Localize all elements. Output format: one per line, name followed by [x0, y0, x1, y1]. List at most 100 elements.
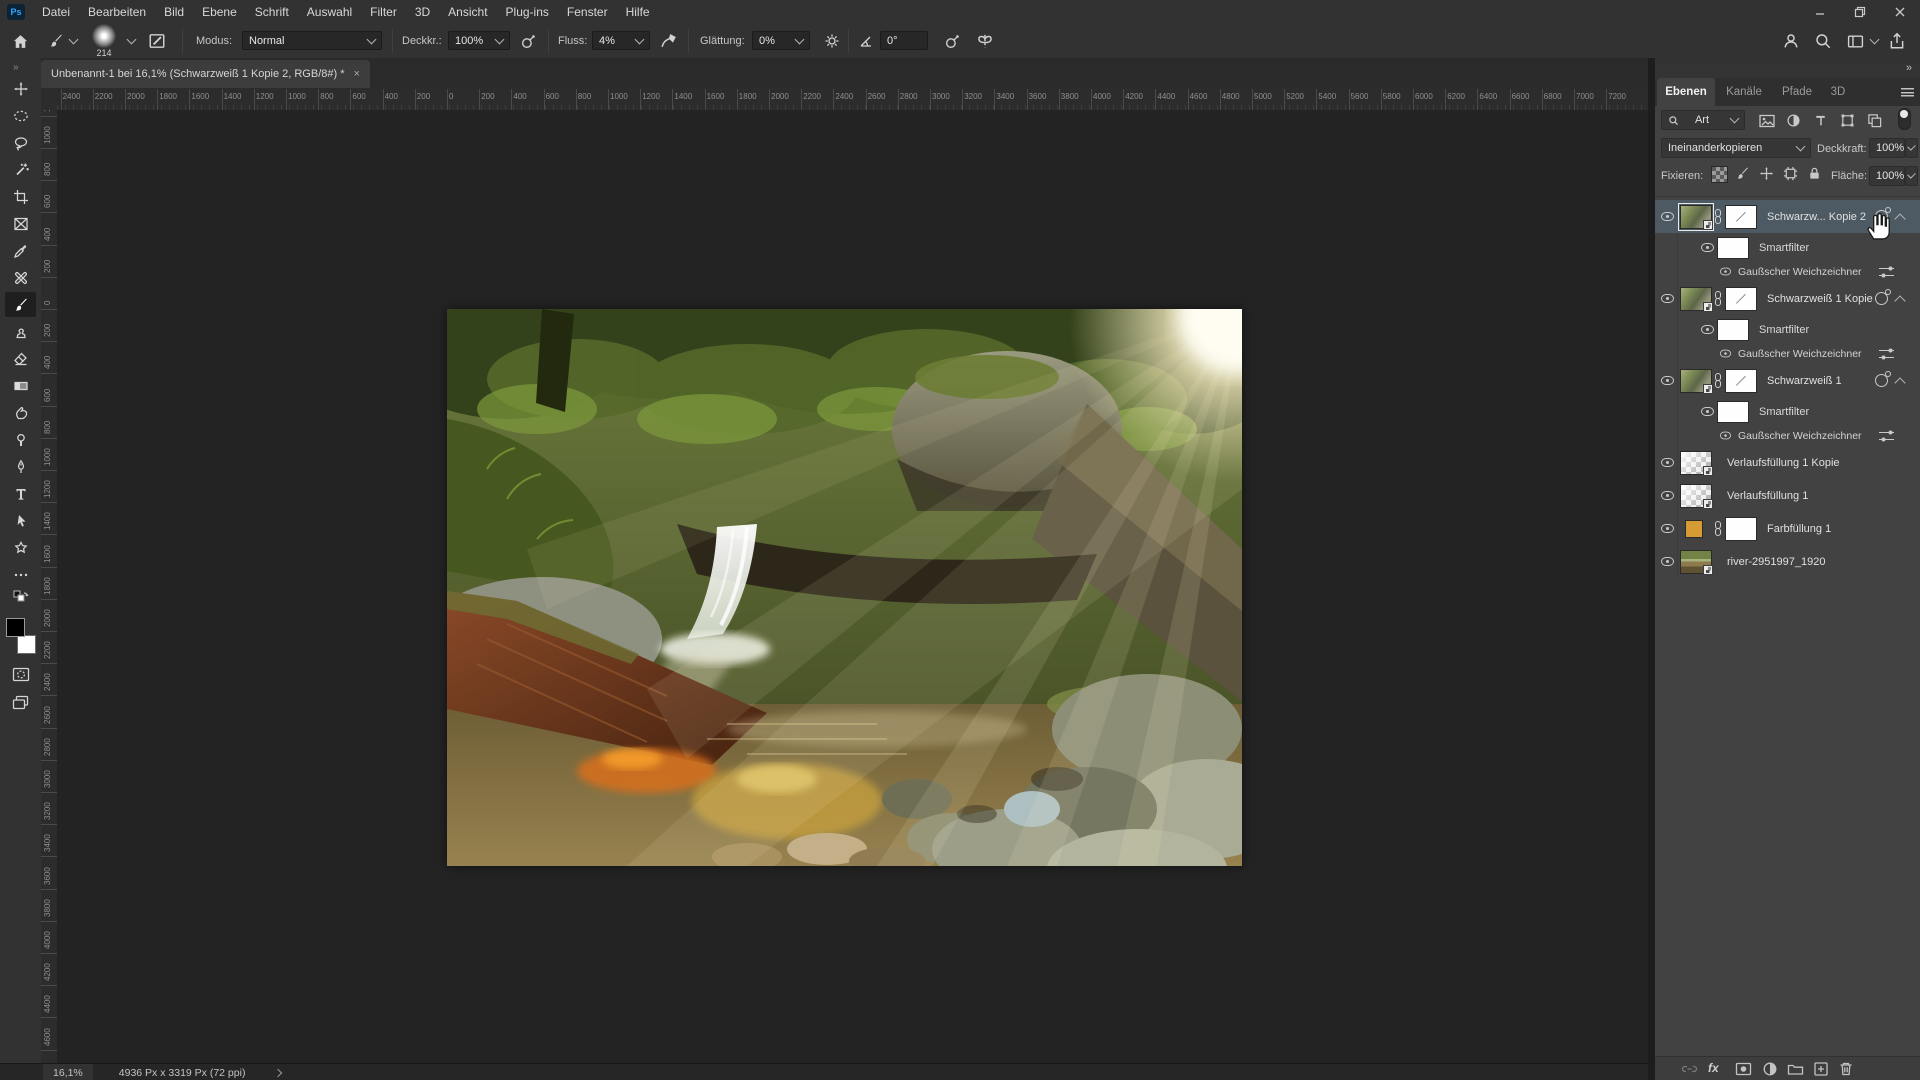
default-colors-icon[interactable] [5, 588, 36, 606]
frame-tool[interactable] [5, 211, 36, 236]
visibility-eye-icon[interactable] [1661, 457, 1674, 467]
visibility-eye-icon[interactable] [1661, 375, 1674, 385]
vertical-ruler[interactable]: 1200100080060040020002004006008001000120… [41, 110, 58, 1063]
smartfilter-mask-thumbnail[interactable] [1717, 236, 1749, 259]
lock-all-icon[interactable] [1807, 166, 1822, 186]
menu-bearbeiten[interactable]: Bearbeiten [79, 0, 155, 24]
menu-fenster[interactable]: Fenster [558, 0, 617, 24]
adjustment-thumbnail[interactable] [1725, 204, 1757, 229]
smartfilter-mask-thumbnail[interactable] [1717, 318, 1749, 341]
layer-mask-thumbnail[interactable] [1725, 516, 1757, 541]
layer-filter-search[interactable]: Art [1661, 110, 1745, 130]
foreground-background-colors[interactable] [6, 618, 36, 654]
visibility-eye-icon[interactable] [1661, 211, 1674, 221]
screen-mode-toggle[interactable] [5, 690, 36, 715]
visibility-eye-icon[interactable] [1661, 490, 1674, 500]
smartfilter-mask-thumbnail[interactable] [1717, 400, 1749, 423]
size-pressure-toggle[interactable] [944, 24, 961, 58]
airbrush-toggle[interactable] [660, 24, 677, 58]
menu-schrift[interactable]: Schrift [246, 0, 298, 24]
color-fill-thumb[interactable] [1685, 519, 1703, 538]
new-layer-button[interactable] [1813, 1061, 1829, 1080]
tool-preset-picker[interactable] [48, 24, 79, 58]
smart-filter-toggle-icon[interactable] [1875, 370, 1891, 387]
tab-kanaele[interactable]: Kanäle [1715, 78, 1773, 106]
lock-transparency-icon[interactable] [1711, 166, 1728, 183]
eyedropper-tool[interactable] [5, 238, 36, 263]
menu-plugins[interactable]: Plug-ins [497, 0, 558, 24]
tab-ebenen[interactable]: Ebenen [1657, 78, 1715, 106]
filter-type-layers-icon[interactable] [1813, 113, 1828, 133]
filter-name[interactable]: Gaußscher Weichzeichner [1738, 430, 1862, 442]
visibility-eye-icon[interactable] [1701, 406, 1714, 416]
visibility-eye-icon[interactable] [1661, 556, 1674, 566]
layer-row-farbfuellung-1[interactable]: Farbfüllung 1 [1655, 512, 1920, 545]
toolbar-grip[interactable]: » [13, 62, 19, 73]
ruler-corner[interactable] [41, 88, 58, 111]
magic-wand-tool[interactable] [5, 157, 36, 182]
add-adjustment-layer-button[interactable] [1762, 1061, 1778, 1080]
smoothing-field[interactable]: 0% [752, 31, 810, 50]
filter-blend-options-icon[interactable] [1879, 266, 1894, 278]
background-color-swatch[interactable] [17, 635, 36, 654]
collapse-icon[interactable]: » [1906, 62, 1912, 74]
crop-tool[interactable] [5, 184, 36, 209]
new-group-button[interactable] [1787, 1061, 1804, 1080]
layer-name[interactable]: river-2951997_1920 [1727, 556, 1825, 568]
menu-ansicht[interactable]: Ansicht [439, 0, 496, 24]
lock-pixels-icon[interactable] [1735, 166, 1750, 186]
layer-name[interactable]: Schwarzweiß 1 [1767, 375, 1842, 387]
eraser-tool[interactable] [5, 346, 36, 371]
filter-blend-options-icon[interactable] [1879, 348, 1894, 360]
delete-layer-button[interactable] [1838, 1061, 1854, 1080]
layer-thumbnail[interactable] [1678, 202, 1714, 231]
move-tool[interactable] [5, 76, 36, 101]
visibility-eye-icon[interactable] [1661, 293, 1674, 303]
status-menu-chevron[interactable] [274, 1068, 283, 1077]
link-layers-button[interactable] [1681, 1061, 1698, 1080]
elliptical-marquee-tool[interactable] [5, 103, 36, 128]
gradient-fill-thumbnail[interactable] [1680, 483, 1713, 509]
layer-style-button[interactable]: fx [1708, 1059, 1719, 1077]
layer-mask-link-icon[interactable] [1714, 208, 1723, 225]
visibility-eye-icon[interactable] [1719, 349, 1732, 358]
layer-mask-link-icon[interactable] [1714, 520, 1723, 537]
menu-filter[interactable]: Filter [361, 0, 406, 24]
filter-name[interactable]: Gaußscher Weichzeichner [1738, 348, 1862, 360]
visibility-eye-icon[interactable] [1701, 242, 1714, 252]
type-tool[interactable] [5, 481, 36, 506]
layer-opacity-field[interactable]: 100% [1869, 138, 1905, 158]
tab-pfade[interactable]: Pfade [1773, 78, 1821, 106]
canvas-image[interactable] [387, 161, 1389, 909]
smoothing-options-gear[interactable] [824, 24, 840, 58]
blend-mode-select[interactable]: Normal [242, 31, 382, 50]
layer-filtering-toggle[interactable] [1898, 108, 1911, 130]
visibility-eye-icon[interactable] [1719, 431, 1732, 440]
collapse-chevron-icon[interactable] [1894, 212, 1906, 225]
filter-pixel-layers-icon[interactable] [1759, 114, 1775, 133]
tab-3d[interactable]: 3D [1821, 78, 1855, 106]
quick-mask-toggle[interactable] [5, 662, 36, 687]
path-selection-tool[interactable] [5, 508, 36, 533]
collapse-chevron-icon[interactable] [1894, 294, 1906, 307]
gradient-fill-thumbnail[interactable] [1680, 450, 1713, 476]
brush-size-picker[interactable]: 214 [92, 24, 116, 58]
opacity-field[interactable]: 100% [448, 31, 510, 50]
clone-stamp-tool[interactable] [5, 319, 36, 344]
filter-shape-layers-icon[interactable] [1840, 113, 1855, 133]
smartfilter-row[interactable]: Smartfilter [1655, 315, 1920, 344]
visibility-eye-icon[interactable] [1661, 523, 1674, 533]
layer-fill-field[interactable]: 100% [1869, 166, 1905, 186]
visibility-eye-icon[interactable] [1719, 267, 1732, 276]
layer-opacity-chevron[interactable] [1905, 138, 1918, 158]
menu-datei[interactable]: Datei [33, 0, 79, 24]
menu-bild[interactable]: Bild [155, 0, 193, 24]
smartfilter-label[interactable]: Smartfilter [1759, 242, 1809, 254]
dodge-tool[interactable] [5, 427, 36, 452]
menu-3d[interactable]: 3D [406, 0, 439, 24]
flow-field[interactable]: 4% [592, 31, 650, 50]
layer-fill-chevron[interactable] [1905, 166, 1918, 186]
filter-blend-options-icon[interactable] [1879, 430, 1894, 442]
filter-row-gauss[interactable]: Gaußscher Weichzeichner [1655, 344, 1920, 364]
add-layer-mask-button[interactable] [1735, 1061, 1752, 1080]
